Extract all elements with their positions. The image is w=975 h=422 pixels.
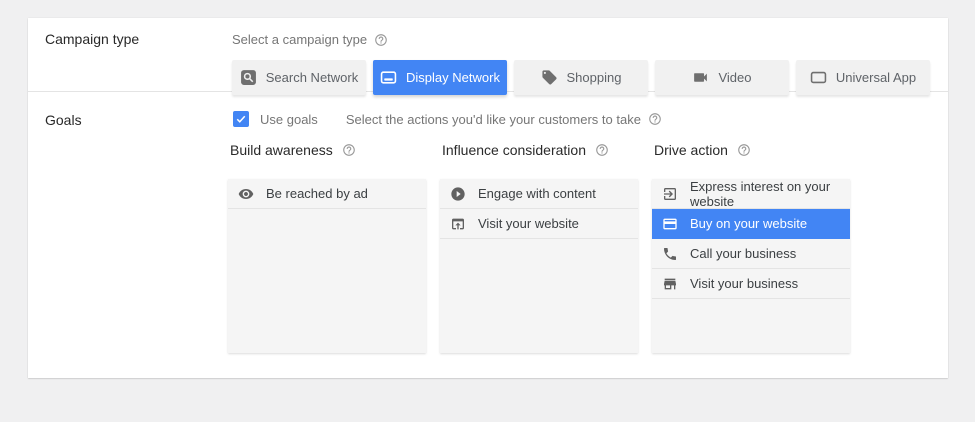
goal-column-header: Influence consideration [442, 141, 638, 159]
goal-column-header-text: Build awareness [230, 142, 333, 158]
use-goals-checkbox[interactable] [233, 111, 249, 127]
tab-label: Display Network [406, 70, 500, 85]
goal-column-header: Build awareness [230, 141, 426, 159]
goal-item-express-interest[interactable]: Express interest on your website [652, 179, 850, 209]
goal-panel-influence-consideration: Engage with content Visit your website [440, 179, 638, 353]
goals-label: Goals [45, 112, 82, 128]
goal-item-label: Call your business [690, 246, 796, 261]
tab-shopping[interactable]: Shopping [514, 60, 648, 95]
tab-label: Video [718, 70, 751, 85]
tab-display-network[interactable]: Display Network [373, 60, 507, 95]
campaign-type-instruction: Select a campaign type [232, 32, 388, 47]
price-tag-icon [541, 69, 558, 86]
goals-instruction-text: Select the actions you'd like your custo… [346, 112, 641, 127]
goal-item-label: Visit your business [690, 276, 798, 291]
tab-label: Universal App [836, 70, 916, 85]
goal-item-buy-on-your-website[interactable]: Buy on your website [652, 209, 850, 239]
help-circle-icon[interactable] [737, 143, 751, 157]
credit-card-icon [662, 216, 678, 232]
video-camera-icon [692, 69, 709, 86]
goal-column-influence-consideration: Influence consideration Engage with cont… [440, 141, 638, 353]
goal-item-label: Express interest on your website [690, 179, 844, 209]
use-goals-row: Use goals Select the actions you'd like … [233, 111, 662, 127]
goal-item-visit-your-website[interactable]: Visit your website [440, 209, 638, 239]
goal-panel-drive-action: Express interest on your website Buy on … [652, 179, 850, 353]
goal-column-header-text: Influence consideration [442, 142, 586, 158]
app-window-icon [810, 69, 827, 86]
goal-item-label: Buy on your website [690, 216, 807, 231]
help-circle-icon[interactable] [648, 112, 662, 126]
search-icon [240, 69, 257, 86]
campaign-settings-card: Campaign type Select a campaign type Sea… [28, 18, 948, 378]
goals-instruction: Select the actions you'd like your custo… [346, 112, 662, 127]
help-circle-icon[interactable] [374, 33, 388, 47]
display-network-icon [380, 69, 397, 86]
exit-to-app-icon [662, 186, 678, 202]
tab-label: Shopping [567, 70, 622, 85]
campaign-type-instruction-text: Select a campaign type [232, 32, 367, 47]
campaign-type-tabs: Search Network Display Network Shopping … [232, 60, 930, 95]
goal-columns: Build awareness Be reached by ad [228, 141, 850, 353]
tab-video[interactable]: Video [655, 60, 789, 95]
goal-item-engage-with-content[interactable]: Engage with content [440, 179, 638, 209]
goal-item-be-reached-by-ad[interactable]: Be reached by ad [228, 179, 426, 209]
open-in-browser-icon [450, 216, 466, 232]
tab-universal-app[interactable]: Universal App [796, 60, 930, 95]
goal-item-call-your-business[interactable]: Call your business [652, 239, 850, 269]
storefront-icon [662, 276, 678, 292]
help-circle-icon[interactable] [595, 143, 609, 157]
use-goals-label: Use goals [260, 112, 318, 127]
help-circle-icon[interactable] [342, 143, 356, 157]
campaign-type-label: Campaign type [45, 31, 139, 47]
goal-item-label: Be reached by ad [266, 186, 368, 201]
goal-column-build-awareness: Build awareness Be reached by ad [228, 141, 426, 353]
campaign-type-section: Campaign type Select a campaign type Sea… [28, 18, 948, 92]
tab-search-network[interactable]: Search Network [232, 60, 366, 95]
goal-column-header-text: Drive action [654, 142, 728, 158]
play-circle-icon [450, 186, 466, 202]
phone-icon [662, 246, 678, 262]
goals-section: Goals Use goals Select the actions you'd… [28, 92, 948, 378]
goal-column-header: Drive action [654, 141, 850, 159]
goal-item-visit-your-business[interactable]: Visit your business [652, 269, 850, 299]
goal-item-label: Visit your website [478, 216, 579, 231]
goal-panel-build-awareness: Be reached by ad [228, 179, 426, 353]
tab-label: Search Network [266, 70, 358, 85]
goal-column-drive-action: Drive action Express interest on your we… [652, 141, 850, 353]
eye-icon [238, 186, 254, 202]
goal-item-label: Engage with content [478, 186, 596, 201]
